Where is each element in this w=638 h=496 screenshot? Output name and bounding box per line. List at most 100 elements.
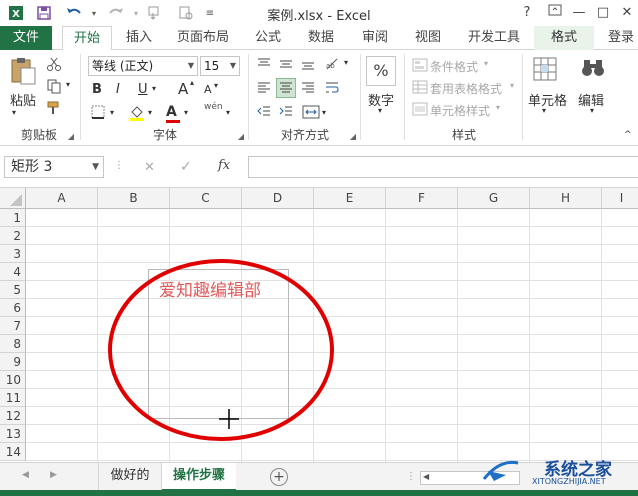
tab-developer[interactable]: 开发工具: [460, 26, 528, 50]
collapse-ribbon-icon[interactable]: ^: [624, 130, 632, 140]
close-button[interactable]: ✕: [616, 2, 638, 24]
column-header-b[interactable]: B: [98, 188, 170, 209]
merge-center-icon[interactable]: [302, 104, 320, 123]
grow-font-button[interactable]: A: [178, 80, 188, 98]
editing-dropdown-icon[interactable]: ▾: [590, 106, 594, 115]
copy-dropdown-icon[interactable]: ▾: [66, 80, 70, 89]
row-header-3[interactable]: 3: [0, 245, 26, 263]
format-table-dropdown-icon[interactable]: ▾: [510, 81, 514, 90]
cell-styles-button[interactable]: 单元格样式: [430, 102, 490, 119]
minimize-button[interactable]: —: [568, 2, 590, 24]
font-color-icon[interactable]: A: [166, 104, 180, 123]
column-header-e[interactable]: E: [314, 188, 386, 209]
tab-review[interactable]: 审阅: [354, 26, 396, 50]
conditional-dropdown-icon[interactable]: ▾: [484, 59, 488, 68]
align-right-icon[interactable]: [300, 80, 316, 99]
tab-page-layout[interactable]: 页面布局: [170, 26, 236, 50]
tab-home[interactable]: 开始: [62, 26, 112, 51]
italic-button[interactable]: I: [116, 82, 120, 97]
tab-file[interactable]: 文件: [0, 26, 52, 50]
font-color-dropdown-icon[interactable]: ▾: [184, 108, 188, 117]
ribbon-display-options-icon[interactable]: [544, 2, 566, 24]
shrink-font-button[interactable]: A: [204, 83, 212, 96]
format-painter-icon[interactable]: [46, 100, 62, 119]
column-header-i[interactable]: I: [602, 188, 638, 209]
align-bottom-icon[interactable]: [300, 56, 316, 75]
font-size-select[interactable]: 15 ▼: [200, 56, 240, 76]
scroll-left-icon[interactable]: ◀: [423, 472, 429, 481]
formula-input[interactable]: [248, 156, 638, 178]
row-header-4[interactable]: 4: [0, 263, 26, 281]
add-sheet-button[interactable]: +: [270, 468, 288, 486]
name-box[interactable]: 矩形 3 ▼: [4, 156, 104, 178]
column-header-g[interactable]: G: [458, 188, 530, 209]
row-header-7[interactable]: 7: [0, 317, 26, 335]
sheet-tab-done[interactable]: 做好的: [98, 463, 162, 491]
cell-styles-dropdown-icon[interactable]: ▾: [496, 103, 500, 112]
conditional-format-icon[interactable]: [412, 58, 428, 75]
phonetic-dropdown-icon[interactable]: ▾: [226, 108, 230, 117]
sheet-prev-icon[interactable]: ◀: [22, 470, 29, 480]
paste-button[interactable]: 粘贴: [10, 90, 36, 109]
align-left-icon[interactable]: [256, 80, 272, 99]
select-all-corner[interactable]: [0, 188, 26, 209]
maximize-button[interactable]: □: [592, 2, 614, 24]
row-header-10[interactable]: 10: [0, 371, 26, 389]
row-header-14[interactable]: 14: [0, 443, 26, 461]
sheet-next-icon[interactable]: ▶: [50, 470, 57, 480]
cancel-formula-button[interactable]: ✕: [144, 160, 155, 175]
wrap-text-icon[interactable]: [324, 80, 340, 99]
cells-icon[interactable]: [532, 56, 558, 85]
align-center-icon[interactable]: [276, 78, 296, 98]
bold-button[interactable]: B: [92, 82, 102, 97]
format-table-button[interactable]: 套用表格格式: [430, 80, 502, 97]
help-button[interactable]: ?: [516, 2, 538, 24]
enter-formula-button[interactable]: ✓: [180, 159, 192, 175]
column-header-h[interactable]: H: [530, 188, 602, 209]
cells-dropdown-icon[interactable]: ▾: [542, 106, 546, 115]
alignment-launcher-icon[interactable]: ◢: [350, 132, 356, 141]
underline-button[interactable]: U: [138, 82, 148, 97]
border-dropdown-icon[interactable]: ▾: [110, 108, 114, 117]
paste-dropdown-icon[interactable]: ▾: [12, 108, 16, 117]
fill-color-dropdown-icon[interactable]: ▾: [148, 108, 152, 117]
increase-indent-icon[interactable]: [278, 104, 294, 123]
find-binoculars-icon[interactable]: [580, 56, 606, 83]
row-header-12[interactable]: 12: [0, 407, 26, 425]
cells-button[interactable]: 单元格: [528, 90, 567, 109]
row-header-9[interactable]: 9: [0, 353, 26, 371]
row-header-5[interactable]: 5: [0, 281, 26, 299]
row-header-2[interactable]: 2: [0, 227, 26, 245]
fill-color-icon[interactable]: [128, 104, 146, 125]
column-header-c[interactable]: C: [170, 188, 242, 209]
clipboard-launcher-icon[interactable]: ◢: [68, 132, 74, 141]
insert-function-button[interactable]: fx: [218, 158, 230, 173]
login-link[interactable]: 登录: [604, 26, 638, 50]
row-header-8[interactable]: 8: [0, 335, 26, 353]
phonetic-button[interactable]: wén: [204, 102, 223, 112]
border-icon[interactable]: [90, 104, 106, 123]
orientation-dropdown-icon[interactable]: ▾: [344, 58, 348, 67]
paste-icon[interactable]: [8, 56, 38, 89]
font-name-select[interactable]: 等线 (正文) ▼: [88, 56, 198, 76]
column-header-a[interactable]: A: [26, 188, 98, 209]
tab-view[interactable]: 视图: [408, 26, 448, 50]
row-header-1[interactable]: 1: [0, 209, 26, 227]
tab-data[interactable]: 数据: [300, 26, 342, 50]
tab-formulas[interactable]: 公式: [248, 26, 288, 50]
conditional-format-button[interactable]: 条件格式: [430, 58, 478, 75]
merge-dropdown-icon[interactable]: ▾: [322, 108, 326, 117]
sheet-tab-steps[interactable]: 操作步骤: [162, 463, 236, 491]
copy-icon[interactable]: [46, 78, 62, 97]
decrease-indent-icon[interactable]: [256, 104, 272, 123]
number-dropdown-icon[interactable]: ▾: [378, 106, 382, 115]
cell-styles-icon[interactable]: [412, 102, 428, 119]
row-header-6[interactable]: 6: [0, 299, 26, 317]
spreadsheet-grid[interactable]: ABCDEFGHI 1 2 3 4 5 6 7 8 9 10 11 12 13 14 爱知趣编辑部: [0, 188, 638, 462]
tab-format[interactable]: 格式: [534, 26, 594, 50]
underline-dropdown-icon[interactable]: ▾: [152, 84, 156, 93]
align-top-icon[interactable]: [256, 56, 272, 75]
column-header-d[interactable]: D: [242, 188, 314, 209]
font-launcher-icon[interactable]: ◢: [238, 132, 244, 141]
tab-insert[interactable]: 插入: [118, 26, 160, 50]
